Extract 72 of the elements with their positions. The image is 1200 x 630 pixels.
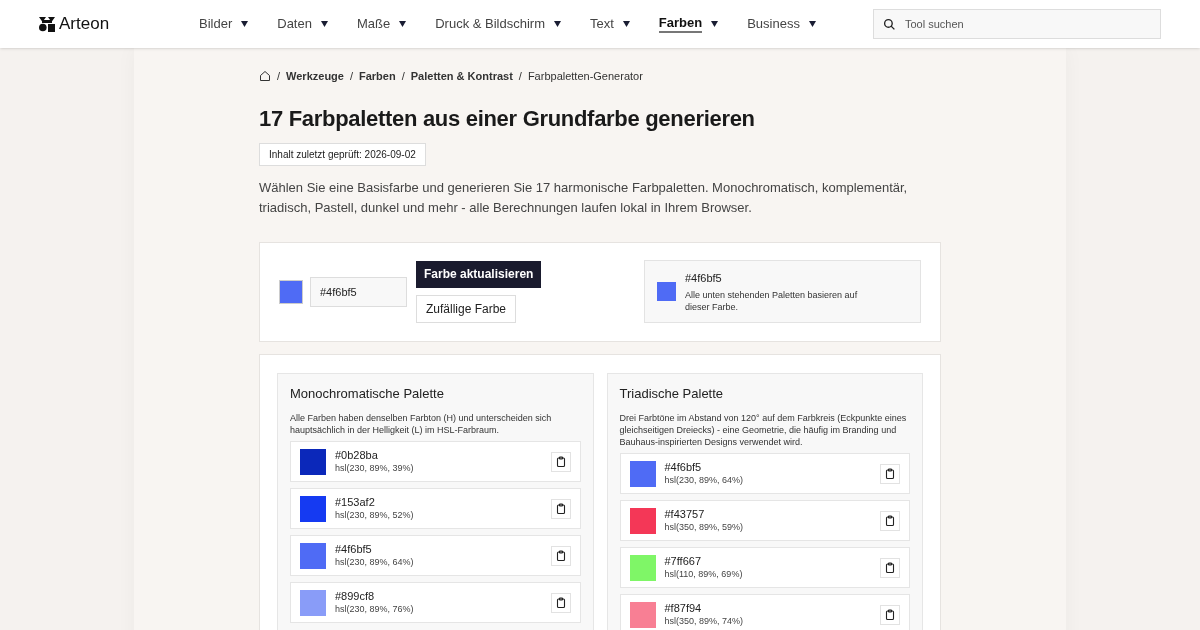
hex-input[interactable]: #4f6bf5	[310, 276, 407, 307]
color-hsl: hsl(230, 89%, 64%)	[664, 474, 744, 486]
caret-icon	[554, 21, 561, 27]
color-hsl: hsl(350, 89%, 74%)	[664, 615, 744, 627]
color-hsl: hsl(110, 89%, 69%)	[664, 568, 743, 580]
copy-button[interactable]	[880, 557, 900, 578]
nav-item[interactable]: Druck & Bildschirm	[435, 16, 561, 32]
color-hsl: hsl(230, 89%, 39%)	[335, 462, 414, 474]
color-hex: #153af2	[335, 496, 376, 509]
breadcrumb-separator: /	[349, 69, 353, 84]
color-hex: #f87f94	[664, 602, 703, 615]
color-hsl: hsl(230, 89%, 76%)	[335, 603, 414, 615]
caret-icon	[320, 21, 328, 27]
base-color-hex: #4f6bf5	[685, 270, 723, 286]
color-hex: #899cf8	[335, 590, 376, 603]
home-icon[interactable]	[259, 70, 271, 83]
logo-icon	[39, 16, 55, 32]
clipboard-icon	[554, 455, 567, 468]
breadcrumb-link[interactable]: Farben	[359, 68, 396, 85]
random-color-button[interactable]: Zufällige Farbe	[416, 294, 517, 323]
breadcrumb-separator: /	[401, 69, 405, 84]
nav-item[interactable]: Farben	[658, 15, 719, 33]
breadcrumb-link[interactable]: Werkzeuge	[286, 68, 344, 85]
intro-text: Wählen Sie eine Basisfarbe und generieren Sie 17 harmonische Farbpaletten. Monochromatisch, komplementär, triadisch, Pastell, dunkel und mehr - alle Berechnungen laufen lokal in Ihrem Browser.	[259, 178, 909, 217]
clipboard-icon	[884, 514, 896, 527]
color-hex: #f43757	[664, 508, 706, 521]
nav-item[interactable]: Maße	[356, 16, 407, 32]
nav-item[interactable]: Text	[590, 16, 630, 32]
color-hex: #7ff667	[664, 555, 702, 568]
caret-icon	[399, 21, 407, 27]
caret-icon	[241, 21, 249, 27]
logo-text: Arteon	[59, 13, 110, 36]
review-date-badge: Inhalt zuletzt geprüft: 2026-09-02	[259, 142, 426, 166]
copy-button[interactable]	[880, 510, 900, 531]
palette-title: Monochromatische Palette	[290, 384, 445, 403]
nav-item[interactable]: Bilder	[199, 16, 249, 32]
copy-button[interactable]	[550, 545, 571, 566]
copy-button[interactable]	[880, 604, 900, 625]
update-color-button[interactable]: Farbe aktualisieren	[416, 260, 542, 288]
breadcrumb-current: Farbpaletten-Generator	[527, 69, 643, 84]
base-color-note: Alle unten stehenden Paletten basieren auf dieser Farbe.	[685, 289, 859, 314]
nav-item[interactable]: Daten	[277, 16, 328, 32]
clipboard-icon	[884, 561, 896, 574]
color-hex: #0b28ba	[335, 449, 379, 462]
page-title: 17 Farbpaletten aus einer Grundfarbe generieren	[259, 104, 756, 133]
clipboard-icon	[554, 502, 567, 515]
breadcrumb-separator: /	[277, 69, 281, 84]
color-hsl: hsl(230, 89%, 52%)	[335, 509, 414, 521]
caret-icon	[622, 21, 630, 27]
clipboard-icon	[554, 596, 567, 609]
color-hsl: hsl(350, 89%, 59%)	[664, 521, 744, 533]
clipboard-icon	[554, 549, 567, 562]
color-hex: #4f6bf5	[335, 543, 373, 556]
breadcrumb-link[interactable]: Paletten & Kontrast	[410, 68, 513, 85]
caret-icon	[808, 21, 816, 27]
color-swatch[interactable]	[279, 279, 303, 304]
palette-description: Drei Farbtöne im Abstand von 120° auf dem Farbkreis (Eckpunkte eines gleichseitigen Dreiecks) - eine Geometrie, die häufig im Branding und Bauhaus-inspirierten Designs verwendet wird.	[619, 412, 908, 448]
search-field[interactable]: Tool suchen	[873, 9, 1161, 39]
color-hsl: hsl(230, 89%, 64%)	[335, 556, 414, 568]
copy-button[interactable]	[550, 498, 571, 519]
clipboard-icon	[884, 467, 896, 480]
copy-button[interactable]	[550, 451, 571, 472]
nav-item[interactable]: Business	[747, 16, 816, 32]
breadcrumb-separator: /	[518, 69, 522, 84]
copy-button[interactable]	[880, 463, 900, 484]
color-hex: #4f6bf5	[664, 461, 703, 474]
palette-description: Alle Farben haben denselben Farbton (H) und unterscheiden sich hauptsächlich in der Helligkeit (L) im HSL-Farbraum.	[290, 412, 553, 436]
search-icon	[883, 18, 896, 31]
caret-icon	[711, 21, 719, 27]
clipboard-icon	[884, 608, 896, 621]
palette-title: Triadische Palette	[619, 384, 725, 403]
copy-button[interactable]	[550, 592, 571, 613]
